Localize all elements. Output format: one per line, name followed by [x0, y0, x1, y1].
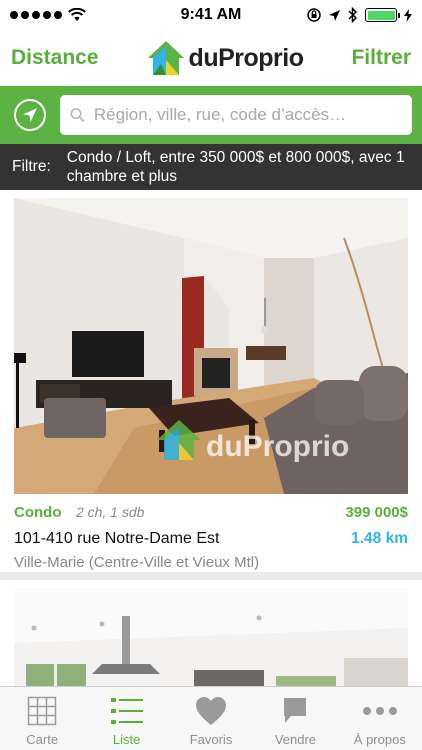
grid-map-icon	[27, 696, 57, 726]
kitchen-photo	[14, 588, 408, 686]
property-rooms: 2 ch, 1 sdb	[75, 504, 145, 520]
wifi-icon	[68, 8, 86, 21]
property-type: Condo	[14, 504, 62, 521]
photo-watermark-text: duProprio	[206, 430, 349, 463]
heart-icon	[196, 697, 227, 725]
listing-card[interactable]: duProprio Condo 2 ch, 1 sdb 399 000$ 101…	[0, 190, 422, 572]
location-arrow-icon	[329, 9, 340, 21]
duproprio-logo: duProprio	[147, 40, 304, 76]
listing-photo[interactable]	[14, 588, 408, 686]
tab-label: À propos	[353, 732, 406, 747]
listing-row-type-price: Condo 2 ch, 1 sdb 399 000$	[14, 504, 408, 522]
distance-button[interactable]: Distance	[11, 46, 99, 70]
signal-dots-icon	[10, 11, 62, 19]
listing-photo[interactable]: duProprio	[14, 198, 408, 494]
locate-me-button[interactable]	[14, 99, 46, 131]
more-dots-icon	[362, 707, 397, 715]
search-bar	[0, 86, 422, 144]
tab-liste[interactable]: Liste	[84, 687, 168, 750]
bluetooth-icon	[348, 7, 358, 23]
search-field[interactable]	[60, 95, 412, 135]
filter-summary-bar[interactable]: Filtre: Condo / Loft, entre 350 000$ et …	[0, 144, 422, 190]
listing-price: 399 000$	[345, 504, 408, 521]
listing-card[interactable]	[0, 580, 422, 686]
tab-carte[interactable]: Carte	[0, 687, 84, 750]
orientation-lock-icon	[307, 8, 321, 22]
tab-label: Carte	[26, 732, 59, 747]
navigation-bar: Distance duProprio Filtrer	[0, 30, 422, 86]
battery-icon	[365, 8, 400, 22]
listing-info: Condo 2 ch, 1 sdb 399 000$ 101-410 rue N…	[14, 504, 408, 571]
listings-list[interactable]: duProprio Condo 2 ch, 1 sdb 399 000$ 101…	[0, 190, 422, 686]
tab-label: Favoris	[189, 732, 233, 747]
tab-label: Liste	[112, 732, 141, 747]
listing-address: 101-410 rue Notre-Dame Est	[14, 530, 220, 547]
app-screen: 9:41 AM Distance duProprio Filtrer Régio…	[0, 0, 422, 750]
filter-value: Condo / Loft, entre 350 000$ et 800 000$…	[66, 149, 405, 185]
search-icon	[70, 108, 85, 123]
listing-district: Ville-Marie (Centre-Ville et Vieux Mtl)	[14, 554, 260, 571]
battery-level	[367, 10, 395, 20]
charging-bolt-icon	[404, 8, 412, 22]
tab-label: Vendre	[274, 732, 317, 747]
status-right	[307, 7, 412, 23]
search-input[interactable]	[93, 105, 402, 125]
filter-label: Filtre:	[12, 158, 51, 175]
tab-bar: Carte Liste Favoris Vendre À propos	[0, 686, 422, 750]
listing-distance: 1.48 km	[351, 530, 408, 547]
logo-text: duProprio	[188, 43, 304, 72]
location-arrow-icon	[23, 108, 37, 122]
house-logo-icon	[147, 41, 184, 75]
listing-row-address: 101-410 rue Notre-Dame Est 1.48 km	[14, 530, 408, 548]
tab-vendre[interactable]: Vendre	[253, 687, 337, 750]
status-bar: 9:41 AM	[0, 0, 422, 30]
living-room-photo: duProprio	[14, 198, 408, 494]
flag-icon	[284, 698, 307, 723]
status-left	[10, 8, 86, 22]
tab-favoris[interactable]: Favoris	[169, 687, 253, 750]
tab-a-propos[interactable]: À propos	[338, 687, 422, 750]
filter-button[interactable]: Filtrer	[351, 46, 411, 70]
list-icon	[110, 698, 143, 724]
